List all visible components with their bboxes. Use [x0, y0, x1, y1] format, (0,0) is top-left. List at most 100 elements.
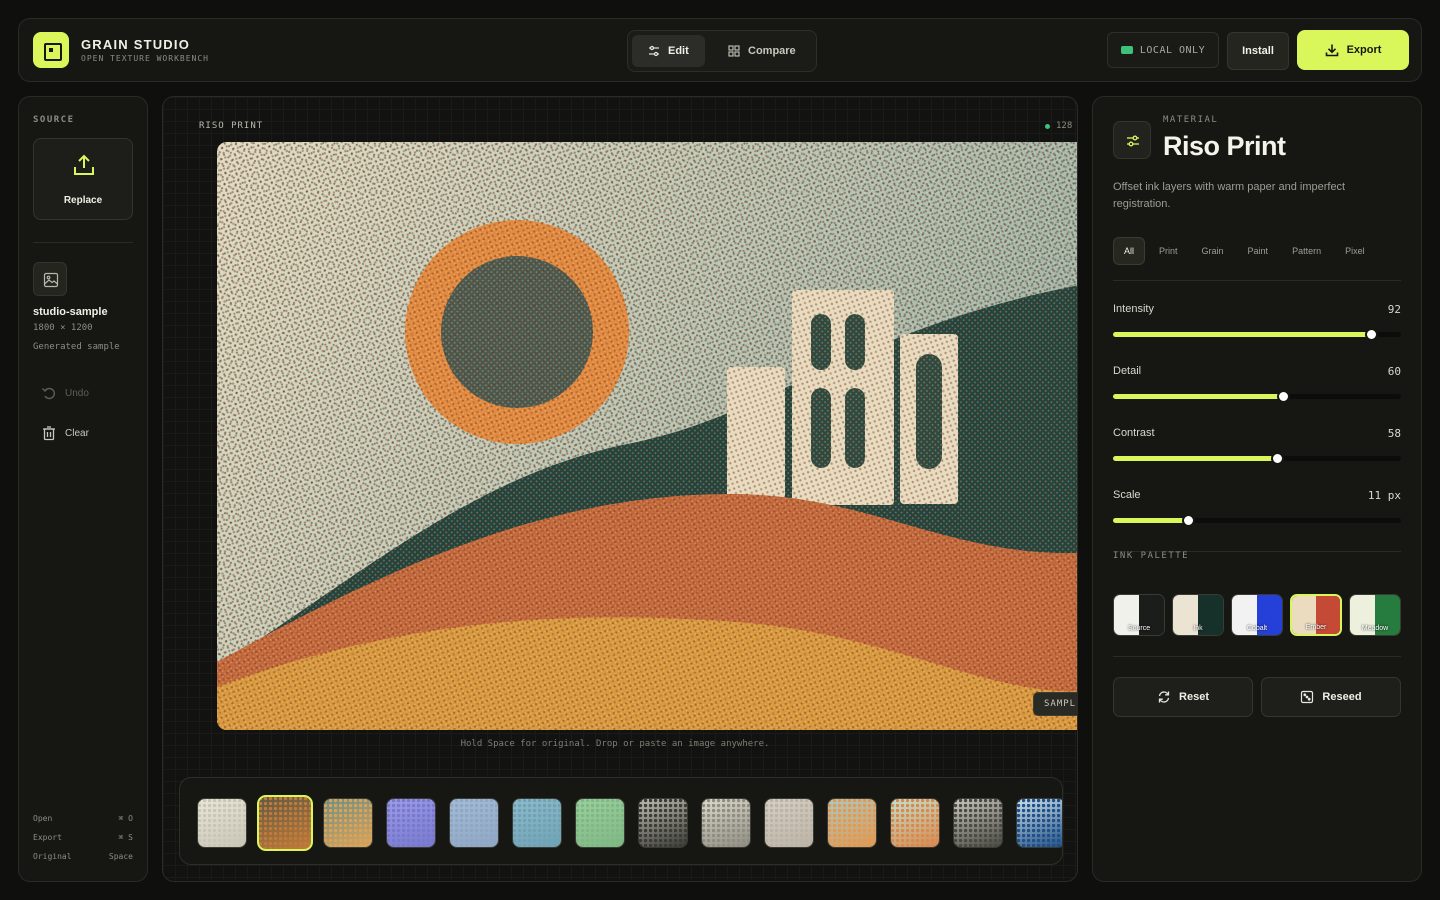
material-title: Riso Print — [1163, 131, 1286, 161]
filter-print[interactable]: Print — [1149, 237, 1188, 265]
filter-all[interactable]: All — [1113, 237, 1146, 265]
reseed-button[interactable]: Reseed — [1261, 677, 1401, 717]
preset-thumbnail-charcoal[interactable] — [953, 798, 1003, 848]
reseed-label: Reseed — [1322, 691, 1362, 703]
slider-thumb[interactable] — [1181, 514, 1195, 527]
compare-mode-button[interactable]: Compare — [712, 35, 812, 67]
preset-thumbnail-source[interactable] — [197, 798, 247, 848]
top-bar: GRAIN STUDIO OPEN TEXTURE WORKBENCH Edit… — [18, 18, 1422, 82]
clear-label: Clear — [65, 427, 89, 439]
file-name: studio-sample — [33, 306, 108, 318]
filter-paint[interactable]: Paint — [1238, 237, 1279, 265]
slider-label: Scale — [1113, 489, 1141, 501]
clear-button[interactable]: Clear — [41, 425, 89, 441]
file-description: Generated sample — [33, 342, 120, 352]
swatch-name: Ember — [1305, 624, 1327, 631]
contrast-slider[interactable]: Contrast 58 — [1113, 427, 1401, 467]
canvas-hint-text: Hold Space for original. Drop or paste a… — [460, 739, 770, 749]
undo-label: Undo — [65, 387, 89, 399]
replace-button[interactable]: Replace — [33, 138, 133, 220]
image-icon — [43, 272, 59, 288]
slider-fill — [1113, 518, 1188, 523]
preset-thumbnail-violet[interactable] — [386, 798, 436, 848]
export-button[interactable]: Export — [1297, 30, 1409, 70]
filter-pattern[interactable]: Pattern — [1282, 237, 1331, 265]
preset-thumbnail-blue[interactable] — [449, 798, 499, 848]
palette-swatch-cobalt[interactable]: Cobalt — [1231, 594, 1283, 636]
slider-track[interactable] — [1113, 514, 1401, 527]
compare-mode-label: Compare — [748, 45, 796, 57]
palette-swatch-meadow[interactable]: Meadow — [1349, 594, 1401, 636]
preset-thumbnail-mint[interactable] — [890, 798, 940, 848]
shortcut-row: Original Space — [33, 852, 133, 871]
texture-preview-canvas[interactable] — [217, 142, 1077, 730]
brand-subtitle: OPEN TEXTURE WORKBENCH — [81, 54, 209, 63]
image-thumbnail — [33, 262, 67, 296]
category-filters: All Print Grain Paint Pattern Pixel — [1113, 237, 1379, 265]
slider-label: Contrast — [1113, 427, 1155, 439]
canvas-material-label: RISO PRINT — [199, 121, 264, 131]
slider-track[interactable] — [1113, 452, 1401, 465]
preset-thumbnail-halftone[interactable] — [323, 798, 373, 848]
sliders-icon — [649, 45, 659, 57]
shortcut-keys: ⌘ S — [118, 833, 133, 842]
edit-mode-button[interactable]: Edit — [632, 35, 705, 67]
canvas-hint: Hold Space for original. Drop or paste a… — [163, 739, 1077, 749]
preset-thumbnail-ocean[interactable] — [1016, 798, 1062, 848]
mode-toggle: Edit Compare — [627, 30, 817, 72]
canvas-size-text: 128 — [1056, 121, 1073, 131]
filter-grain[interactable]: Grain — [1192, 237, 1234, 265]
preset-thumbnail-emboss[interactable] — [764, 798, 814, 848]
preset-thumbnail-pastel[interactable] — [827, 798, 877, 848]
ink-palette-swatches: Source Ink Cobalt Ember Meadow — [1113, 594, 1403, 638]
local-only-label: LOCAL ONLY — [1139, 44, 1206, 56]
detail-slider[interactable]: Detail 60 — [1113, 365, 1401, 405]
undo-button[interactable]: Undo — [41, 385, 89, 401]
palette-swatch-source[interactable]: Source — [1113, 594, 1165, 636]
grid-icon — [728, 45, 740, 57]
panel-divider — [1113, 656, 1401, 657]
canvas-area: RISO PRINT 128 SAMPL Hold Space for orig… — [162, 96, 1078, 882]
slider-thumb[interactable] — [1364, 328, 1378, 341]
shortcut-action: Original — [33, 852, 72, 861]
slider-fill — [1113, 332, 1371, 337]
intensity-slider[interactable]: Intensity 92 — [1113, 303, 1401, 343]
slider-thumb[interactable] — [1276, 390, 1290, 403]
install-button[interactable]: Install — [1227, 32, 1289, 70]
preview-artwork — [217, 142, 1077, 730]
preset-thumbnail-paper[interactable] — [701, 798, 751, 848]
slider-track[interactable] — [1113, 390, 1401, 403]
sidebar-divider — [33, 242, 133, 243]
swatch-name: Source — [1127, 625, 1151, 632]
slider-label: Detail — [1113, 365, 1142, 377]
slider-value: 11 px — [1367, 489, 1401, 502]
filter-pixel[interactable]: Pixel — [1335, 237, 1375, 265]
preset-thumbnail-teal[interactable] — [512, 798, 562, 848]
preset-strip[interactable] — [179, 777, 1063, 865]
trash-icon — [43, 426, 55, 441]
palette-swatch-ink[interactable]: Ink — [1172, 594, 1224, 636]
slider-label: Intensity — [1113, 303, 1154, 315]
panel-divider — [1113, 280, 1401, 281]
keyboard-shortcuts: Open ⌘ O Export ⌘ S Original Space — [33, 814, 133, 871]
shortcut-keys: Space — [108, 852, 133, 861]
preset-thumbnail-mono[interactable] — [638, 798, 688, 848]
canvas-size-readout: 128 — [1045, 121, 1072, 131]
file-dimensions: 1800 × 1200 — [33, 323, 93, 333]
battery-icon — [1120, 46, 1133, 54]
download-icon — [1325, 44, 1338, 57]
dice-icon — [1301, 690, 1314, 704]
preset-thumbnail-riso[interactable] — [257, 795, 313, 851]
slider-track[interactable] — [1113, 328, 1401, 341]
scale-slider[interactable]: Scale 11 px — [1113, 489, 1401, 529]
slider-thumb[interactable] — [1271, 452, 1285, 465]
ink-palette-label: INK PALETTE — [1113, 551, 1190, 561]
slider-value: 92 — [1387, 303, 1401, 316]
preset-thumbnail-green[interactable] — [575, 798, 625, 848]
slider-fill — [1113, 456, 1278, 461]
brand-title: GRAIN STUDIO — [81, 37, 191, 52]
reset-button[interactable]: Reset — [1113, 677, 1253, 717]
palette-swatch-ember[interactable]: Ember — [1290, 594, 1342, 636]
shortcut-row: Open ⌘ O — [33, 814, 133, 833]
material-kicker: MATERIAL — [1163, 115, 1219, 125]
